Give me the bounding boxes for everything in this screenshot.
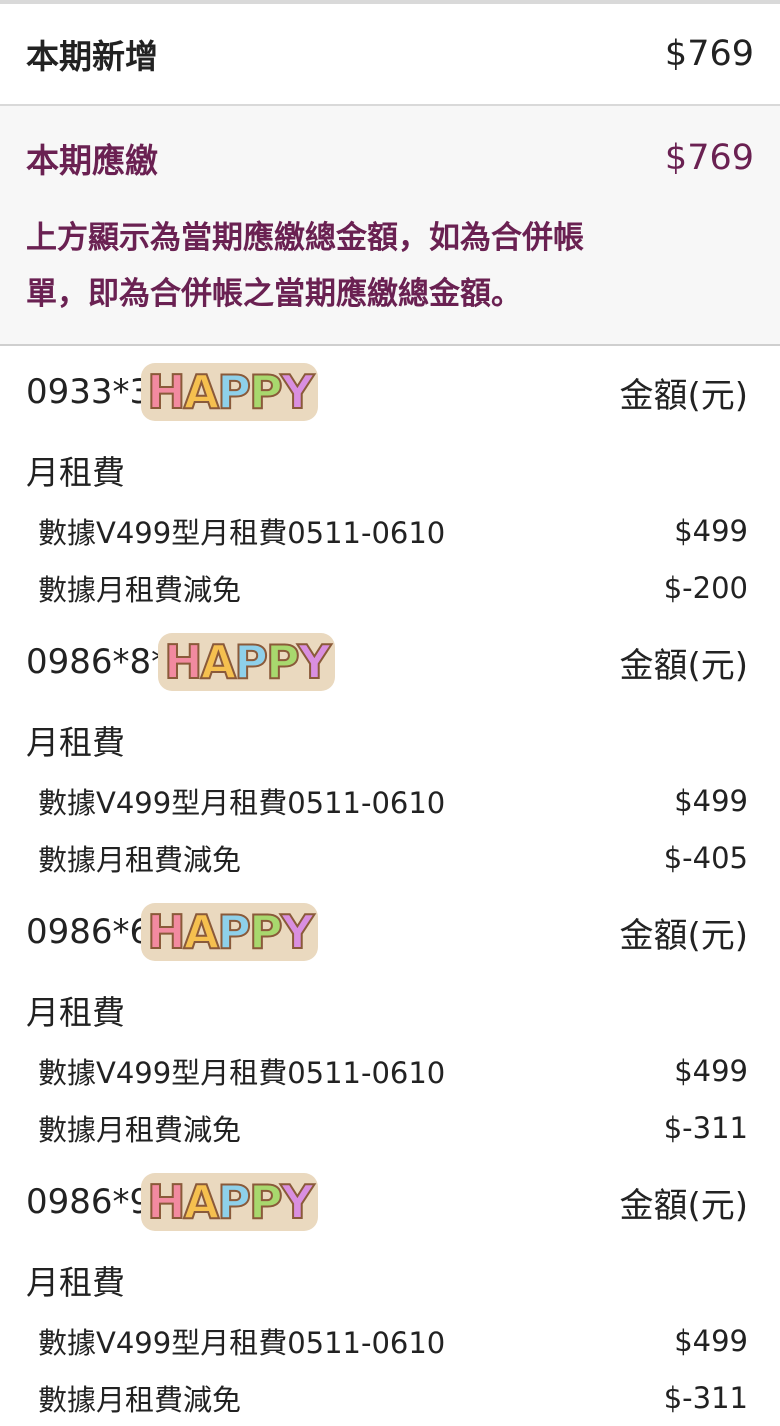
sticker-letter: A bbox=[183, 904, 221, 960]
happy-sticker: HAPPY bbox=[158, 633, 336, 691]
charge-row: 數據月租費減免 $-311 bbox=[26, 1369, 748, 1426]
sticker-letter: P bbox=[233, 634, 269, 690]
sticker-letter: A bbox=[200, 634, 238, 690]
combined-bill-notice: 上方顯示為當期應繳總金額，如為合併帳 單，即為合併帳之當期應繳總金額。 bbox=[26, 210, 754, 344]
charge-category: 月租費 bbox=[26, 723, 125, 762]
account-number-text: 0986*8* bbox=[26, 642, 169, 682]
charge-amount: $499 bbox=[674, 783, 748, 818]
charge-row: 數據月租費減免 $-405 bbox=[26, 829, 748, 886]
charge-row: 數據V499型月租費0511-0610 $499 bbox=[26, 1312, 748, 1369]
sticker-letter: H bbox=[146, 904, 186, 960]
charge-label: 數據V499型月租費0511-0610 bbox=[38, 515, 446, 550]
charge-label: 數據月租費減免 bbox=[38, 1112, 242, 1147]
account-number-text: 0986*9 bbox=[26, 1182, 152, 1222]
amount-due-label: 本期應繳 bbox=[26, 141, 158, 180]
account-list: 0933*3 HAPPY 金額(元) 月租費 數據V499型月租費0511-0610 $4… bbox=[0, 346, 780, 1426]
charge-label: 數據月租費減免 bbox=[38, 842, 242, 877]
account-number: 0986*8* HAPPY bbox=[26, 633, 336, 691]
sticker-letter: Y bbox=[280, 904, 315, 960]
sticker-letter: H bbox=[146, 364, 186, 420]
sticker-letter: P bbox=[248, 904, 284, 960]
account-number-text: 0933*3 bbox=[26, 372, 152, 412]
account-number: 0986*6 HAPPY bbox=[26, 903, 319, 961]
account-header-row: 0986*8* HAPPY 金額(元) bbox=[26, 616, 748, 708]
amount-due-value: $769 bbox=[664, 138, 754, 178]
charge-row: 數據月租費減免 $-200 bbox=[26, 559, 748, 616]
charge-amount: $-311 bbox=[663, 1380, 748, 1415]
amount-column-header: 金額(元) bbox=[619, 915, 748, 956]
charge-amount: $499 bbox=[674, 1053, 748, 1088]
account-section: 0986*9 HAPPY 金額(元) 月租費數據V499型月租費0511-0610 $4… bbox=[0, 1156, 780, 1426]
charge-row: 數據V499型月租費0511-0610 $499 bbox=[26, 1042, 748, 1099]
charge-amount: $499 bbox=[674, 513, 748, 548]
charge-label: 數據V499型月租費0511-0610 bbox=[38, 1325, 446, 1360]
amount-column-header: 金額(元) bbox=[619, 375, 748, 416]
amount-column-header: 金額(元) bbox=[619, 645, 748, 686]
account-number: 0933*3 HAPPY bbox=[26, 363, 319, 421]
sticker-letter: P bbox=[216, 904, 252, 960]
account-number-text: 0986*6 bbox=[26, 912, 152, 952]
happy-sticker: HAPPY bbox=[141, 363, 319, 421]
charge-label: 數據月租費減免 bbox=[38, 572, 242, 607]
account-header-row: 0933*3 HAPPY 金額(元) bbox=[26, 346, 748, 438]
charge-amount: $499 bbox=[674, 1323, 748, 1358]
account-header-row: 0986*6 HAPPY 金額(元) bbox=[26, 886, 748, 978]
amount-due-section: 本期應繳 $769 上方顯示為當期應繳總金額，如為合併帳 單，即為合併帳之當期應… bbox=[0, 106, 780, 346]
charge-label: 數據V499型月租費0511-0610 bbox=[38, 785, 446, 820]
sticker-letter: P bbox=[265, 634, 301, 690]
account-section: 0986*8* HAPPY 金額(元) 月租費數據V499型月租費0511-0610 $… bbox=[0, 616, 780, 886]
sticker-letter: Y bbox=[280, 1174, 315, 1230]
charge-amount: $-311 bbox=[663, 1110, 748, 1145]
sticker-letter: P bbox=[248, 1174, 284, 1230]
account-number: 0986*9 HAPPY bbox=[26, 1173, 319, 1231]
account-section: 0986*6 HAPPY 金額(元) 月租費數據V499型月租費0511-0610 $4… bbox=[0, 886, 780, 1156]
sticker-letter: P bbox=[216, 364, 252, 420]
sticker-letter: H bbox=[146, 1174, 186, 1230]
charge-row: 數據V499型月租費0511-0610 $499 bbox=[26, 772, 748, 829]
charge-amount: $-405 bbox=[663, 840, 748, 875]
sticker-letter: Y bbox=[280, 364, 315, 420]
sticker-letter: P bbox=[216, 1174, 252, 1230]
charge-label: 數據V499型月租費0511-0610 bbox=[38, 1055, 446, 1090]
sticker-letter: Y bbox=[297, 634, 332, 690]
sticker-letter: H bbox=[163, 634, 203, 690]
charge-category: 月租費 bbox=[26, 1263, 125, 1302]
new-charges-label: 本期新增 bbox=[26, 37, 158, 76]
charge-category: 月租費 bbox=[26, 453, 125, 492]
happy-sticker: HAPPY bbox=[141, 1173, 319, 1231]
notice-line-1: 上方顯示為當期應繳總金額，如為合併帳 bbox=[26, 220, 584, 256]
happy-sticker: HAPPY bbox=[141, 903, 319, 961]
charge-row: 數據V499型月租費0511-0610 $499 bbox=[26, 502, 748, 559]
amount-due-row: 本期應繳 $769 bbox=[26, 106, 754, 210]
sticker-letter: A bbox=[183, 1174, 221, 1230]
sticker-letter: P bbox=[248, 364, 284, 420]
charge-label: 數據月租費減免 bbox=[38, 1382, 242, 1417]
new-charges-value: $769 bbox=[664, 34, 754, 74]
charge-amount: $-200 bbox=[663, 570, 748, 605]
amount-column-header: 金額(元) bbox=[619, 1185, 748, 1226]
account-section: 0933*3 HAPPY 金額(元) 月租費數據V499型月租費0511-0610 $4… bbox=[0, 346, 780, 616]
charge-category: 月租費 bbox=[26, 993, 125, 1032]
notice-line-2: 單，即為合併帳之當期應繳總金額。 bbox=[26, 276, 522, 312]
charge-row: 數據月租費減免 $-311 bbox=[26, 1099, 748, 1156]
sticker-letter: A bbox=[183, 364, 221, 420]
new-charges-row: 本期新增 $769 bbox=[0, 4, 780, 106]
account-header-row: 0986*9 HAPPY 金額(元) bbox=[26, 1156, 748, 1248]
